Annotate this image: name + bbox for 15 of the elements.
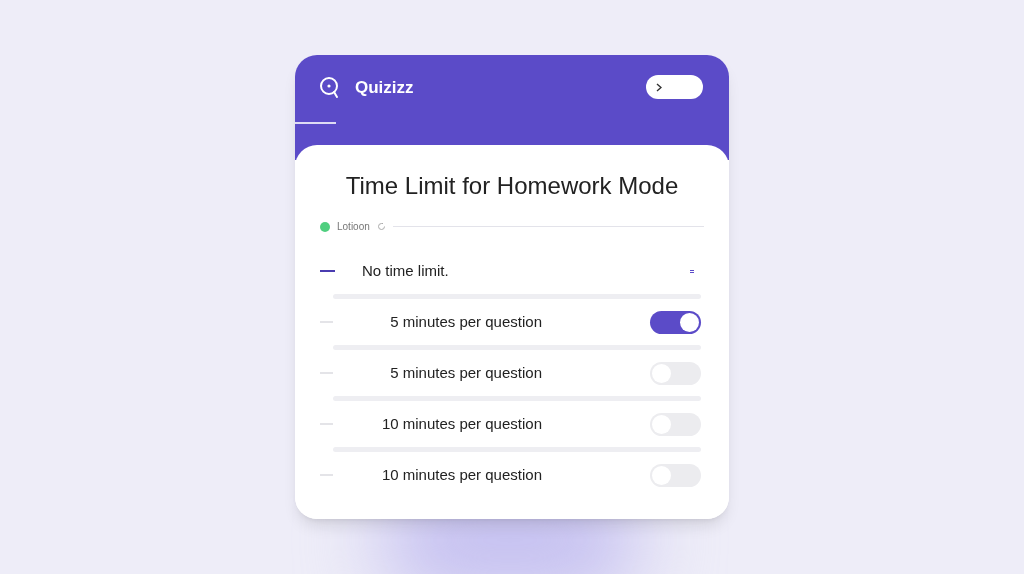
chevron-icon — [656, 82, 662, 92]
search-icon — [319, 75, 341, 100]
small-mark-icon — [690, 269, 694, 273]
option-label: No time limit. — [362, 260, 450, 281]
option-label: 5 minutes per question — [389, 311, 542, 332]
refresh-icon — [376, 222, 386, 231]
tab-indicator — [295, 122, 336, 124]
option-label: 5 minutes per question — [389, 362, 542, 383]
brand-name: Quizizz — [355, 77, 414, 99]
toggle-switch[interactable] — [650, 310, 701, 334]
option-label: 10 minutes per question — [380, 464, 542, 485]
panel-title: Time Limit for Homework Mode — [344, 171, 680, 201]
next-button[interactable] — [646, 75, 703, 99]
option-label: 10 minutes per question — [380, 413, 542, 434]
status-label: Lotioon — [337, 220, 370, 234]
